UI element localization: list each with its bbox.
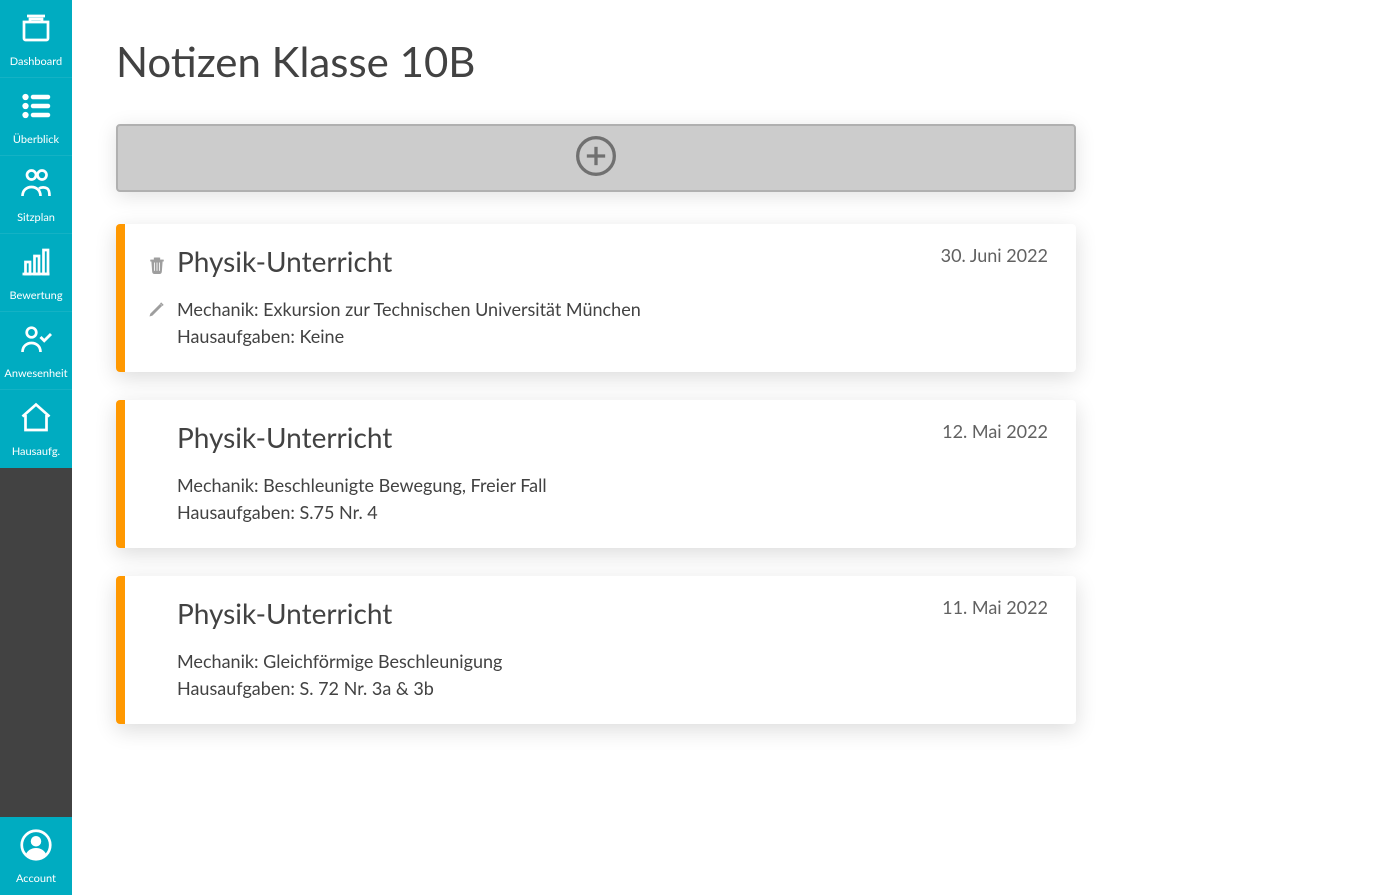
note-color-stripe	[116, 224, 125, 372]
sidebar: Dashboard Überblick Sitzplan Bewertung	[0, 0, 72, 895]
sidebar-item-attendance[interactable]: Anwesenheit	[0, 312, 72, 390]
note-text-line: Mechanik: Beschleunigte Bewegung, Freier…	[177, 472, 547, 499]
sidebar-item-label: Überblick	[13, 133, 59, 146]
note-color-stripe	[116, 400, 125, 548]
note-text-line: Hausaufgaben: Keine	[177, 323, 641, 350]
note-card[interactable]: 11. Mai 2022 Physik-Unterricht Mechanik:…	[116, 576, 1076, 724]
bar-chart-icon	[18, 244, 54, 284]
note-text: Mechanik: Exkursion zur Technischen Univ…	[177, 296, 641, 350]
add-note-button[interactable]	[116, 124, 1076, 192]
note-title: Physik-Unterricht	[177, 596, 392, 630]
sidebar-item-label: Sitzplan	[17, 211, 55, 224]
note-card[interactable]: 12. Mai 2022 Physik-Unterricht Mechanik:…	[116, 400, 1076, 548]
note-card[interactable]: 30. Juni 2022 Physik-Unterricht Mechanik…	[116, 224, 1076, 372]
note-date: 11. Mai 2022	[942, 596, 1048, 618]
briefcase-icon	[18, 10, 54, 50]
user-circle-icon	[18, 827, 54, 867]
note-title: Physik-Unterricht	[177, 420, 392, 454]
page-title: Notizen Klasse 10B	[116, 36, 1390, 86]
trash-icon[interactable]	[147, 255, 167, 275]
sidebar-item-overview[interactable]: Überblick	[0, 78, 72, 156]
note-color-stripe	[116, 576, 125, 724]
pencil-icon[interactable]	[147, 299, 167, 319]
sidebar-item-grading[interactable]: Bewertung	[0, 234, 72, 312]
note-text: Mechanik: Gleichförmige Beschleunigung H…	[177, 648, 502, 702]
note-text: Mechanik: Beschleunigte Bewegung, Freier…	[177, 472, 547, 526]
note-text-line: Hausaufgaben: S. 72 Nr. 3a & 3b	[177, 675, 502, 702]
note-text-line: Mechanik: Exkursion zur Technischen Univ…	[177, 296, 641, 323]
plus-circle-icon	[574, 134, 618, 182]
people-icon	[18, 166, 54, 206]
sidebar-item-label: Bewertung	[9, 289, 62, 302]
main-content: Notizen Klasse 10B 30. Juni 2022 Physik-…	[72, 0, 1390, 895]
note-text-line: Mechanik: Gleichförmige Beschleunigung	[177, 648, 502, 675]
sidebar-item-label: Dashboard	[10, 55, 62, 68]
note-date: 30. Juni 2022	[941, 244, 1048, 266]
note-text-line: Hausaufgaben: S.75 Nr. 4	[177, 499, 547, 526]
sidebar-item-dashboard[interactable]: Dashboard	[0, 0, 72, 78]
note-title: Physik-Unterricht	[177, 244, 392, 278]
sidebar-item-account[interactable]: Account	[0, 817, 72, 895]
sidebar-item-label: Account	[16, 872, 56, 885]
sidebar-item-seating[interactable]: Sitzplan	[0, 156, 72, 234]
sidebar-item-label: Anwesenheit	[4, 367, 67, 380]
sidebar-item-homework[interactable]: Hausaufg.	[0, 390, 72, 468]
note-date: 12. Mai 2022	[942, 420, 1048, 442]
sidebar-item-label: Hausaufg.	[12, 445, 60, 458]
home-icon	[18, 400, 54, 440]
list-icon	[18, 88, 54, 128]
user-check-icon	[18, 322, 54, 362]
